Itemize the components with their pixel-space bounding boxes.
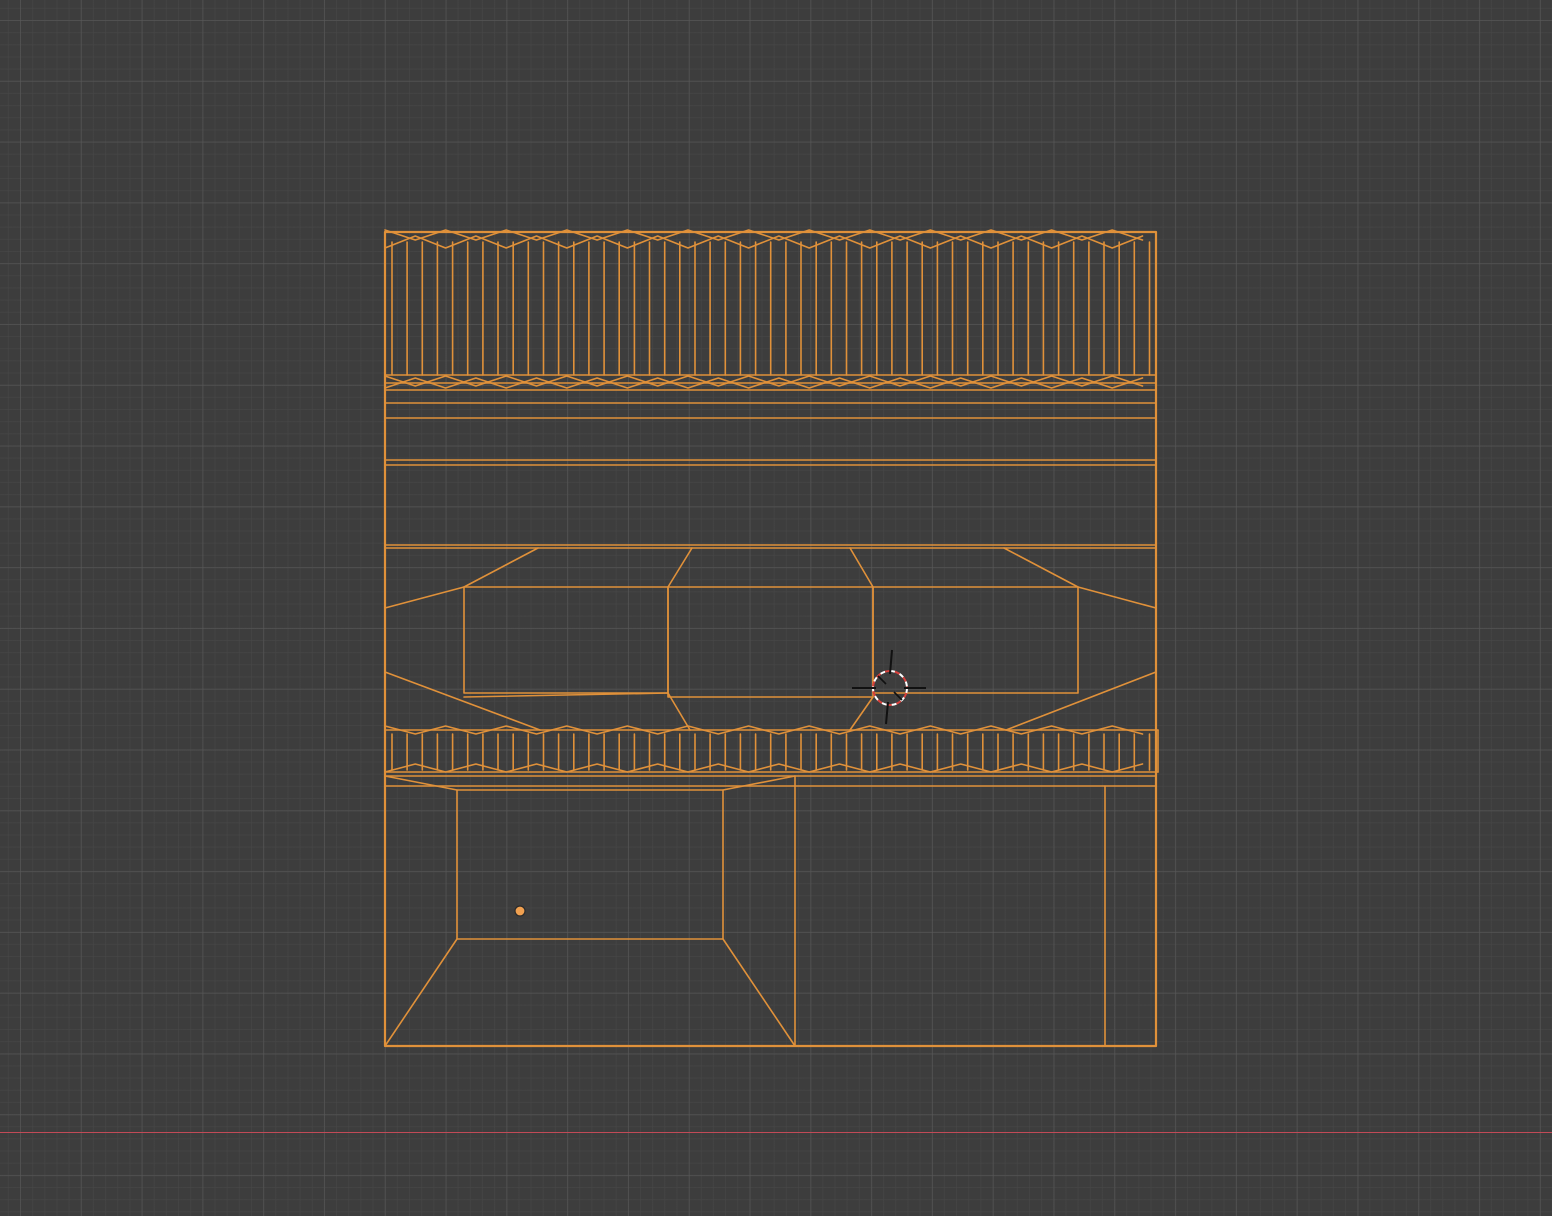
chamfer-edge bbox=[1005, 671, 1157, 731]
bottom-chamfer bbox=[722, 938, 796, 1047]
top-knurl-ribs bbox=[391, 241, 1151, 376]
object-origin-icon[interactable] bbox=[514, 905, 526, 917]
chamfer-edge bbox=[1077, 586, 1157, 609]
chamfer-edge bbox=[1003, 547, 1079, 588]
3d-viewport[interactable] bbox=[0, 0, 1552, 1216]
mesh-wireframe[interactable] bbox=[0, 0, 1552, 1216]
mid-panel-center bbox=[667, 586, 874, 698]
chamfer-edge bbox=[384, 671, 541, 731]
bottom-chamfer bbox=[384, 938, 458, 1047]
chamfer-edge bbox=[849, 547, 874, 588]
chamfer-edge bbox=[667, 547, 693, 588]
3d-cursor-icon[interactable] bbox=[848, 648, 932, 732]
lower-knurl-ribs bbox=[391, 733, 1151, 771]
mid-panel-left bbox=[463, 586, 669, 694]
bottom-chamfer bbox=[722, 775, 796, 791]
chamfer-edge bbox=[667, 692, 691, 731]
chamfer-edge bbox=[384, 586, 465, 609]
bottom-left-panel bbox=[456, 789, 724, 940]
bottom-chamfer bbox=[384, 775, 458, 791]
chamfer-edge bbox=[463, 547, 539, 588]
